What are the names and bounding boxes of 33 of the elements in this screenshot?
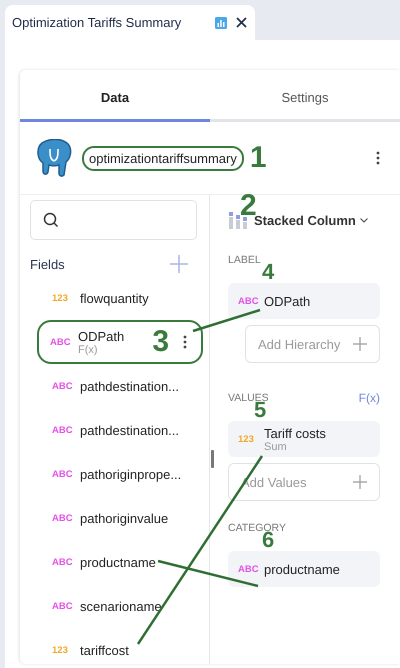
document-tab[interactable]: Optimization Tariffs Summary bbox=[5, 5, 255, 40]
field-item[interactable]: ABC pathoriginvalue bbox=[30, 496, 197, 540]
field-item[interactable]: ABC pathdestination... bbox=[30, 408, 197, 452]
field-item[interactable]: 123 flowquantity bbox=[30, 276, 197, 320]
callout-number: 4 bbox=[262, 261, 274, 283]
fields-heading: Fields bbox=[30, 256, 65, 272]
close-icon[interactable] bbox=[236, 17, 247, 28]
panel-tab[interactable]: Data bbox=[20, 70, 210, 122]
plus-icon bbox=[353, 337, 367, 351]
more-options-icon[interactable] bbox=[376, 151, 380, 165]
field-item[interactable]: ABC scenarioname bbox=[30, 584, 197, 628]
field-item[interactable]: ABC pathdestination... bbox=[30, 364, 197, 408]
callout-number: 1 bbox=[250, 143, 268, 173]
more-options-icon[interactable] bbox=[183, 335, 187, 349]
chevron-down-icon bbox=[360, 218, 368, 222]
bar-chart-icon[interactable] bbox=[215, 16, 227, 28]
elephant-icon bbox=[36, 139, 72, 177]
panel-tab[interactable]: Settings bbox=[210, 70, 400, 122]
tab-title: Optimization Tariffs Summary bbox=[12, 15, 182, 30]
search-field[interactable] bbox=[30, 200, 197, 240]
field-chip[interactable]: ABC productname bbox=[228, 551, 380, 587]
field-item[interactable]: 123 tariffcost bbox=[30, 628, 197, 664]
section-heading: LABEL bbox=[228, 254, 261, 266]
search-icon bbox=[43, 212, 59, 228]
field-item[interactable]: ABC pathoriginprope... bbox=[30, 452, 197, 496]
field-item[interactable]: ABC productname bbox=[30, 540, 197, 584]
callout-number: 3 bbox=[152, 327, 169, 357]
dataset-name: optimizationtariffsummary bbox=[82, 146, 244, 170]
leader-line bbox=[192, 308, 260, 332]
plus-icon bbox=[353, 475, 367, 489]
plus-icon[interactable] bbox=[169, 254, 189, 274]
scrollbar-handle[interactable] bbox=[211, 450, 214, 468]
field-chip[interactable]: ABC ODPath bbox=[228, 283, 380, 319]
